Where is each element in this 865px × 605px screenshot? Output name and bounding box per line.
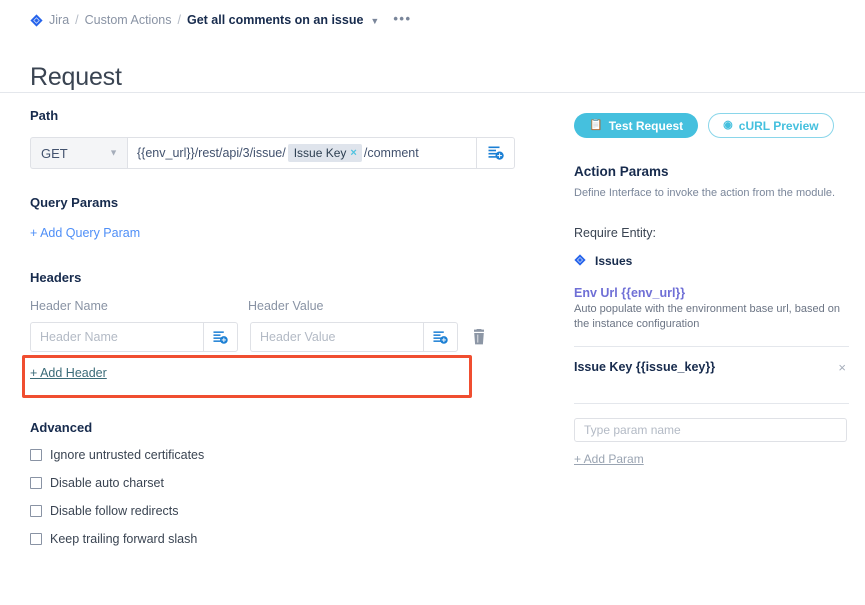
advanced-option-keep-trailing-forward-slash[interactable]: Keep trailing forward slash [30, 532, 530, 546]
curl-preview-button[interactable]: ◉ cURL Preview [708, 113, 833, 138]
insert-variable-icon [488, 145, 504, 161]
advanced-option-label: Disable follow redirects [50, 504, 179, 518]
param-name-input[interactable] [574, 418, 847, 442]
add-header-link[interactable]: + Add Header [30, 366, 107, 380]
header-name-input[interactable] [30, 322, 203, 352]
advanced-option-disable-auto-charset[interactable]: Disable auto charset [30, 476, 530, 490]
jira-diamond-icon [574, 254, 587, 267]
path-input[interactable]: {{env_url}}/rest/api/3/issue/ Issue Key … [127, 137, 476, 169]
clipboard-icon: 📋 [589, 120, 603, 131]
add-query-param-link[interactable]: + Add Query Param [30, 226, 140, 240]
param-divider-bottom [574, 403, 849, 404]
breadcrumb-item-current: Get all comments on an issue [187, 13, 363, 27]
title-divider [0, 92, 865, 93]
advanced-option-disable-follow-redirects[interactable]: Disable follow redirects [30, 504, 530, 518]
path-row: GET ▼ {{env_url}}/rest/api/3/issue/ Issu… [30, 137, 515, 169]
header-value-column-label: Header Value [248, 299, 324, 313]
query-params-section: Query Params + Add Query Param [30, 195, 530, 242]
header-value-insert-variable-button[interactable] [423, 322, 458, 352]
panel-action-buttons: 📋 Test Request ◉ cURL Preview [574, 113, 849, 138]
add-param-link[interactable]: + Add Param [574, 452, 644, 466]
query-params-label: Query Params [30, 195, 530, 210]
test-request-label: Test Request [609, 119, 683, 133]
breadcrumb: Jira / Custom Actions / Get all comments… [30, 13, 412, 27]
insert-variable-icon [433, 330, 448, 345]
headers-label: Headers [30, 270, 530, 285]
request-form: Path GET ▼ {{env_url}}/rest/api/3/issue/… [30, 108, 530, 560]
headers-section: Headers Header Name Header Value [30, 270, 530, 382]
advanced-option-ignore-untrusted-certificates[interactable]: Ignore untrusted certificates [30, 448, 530, 462]
close-icon[interactable]: × [350, 147, 356, 159]
headers-column-labels: Header Name Header Value [30, 299, 530, 313]
path-variable-chip[interactable]: Issue Key × [288, 144, 362, 162]
header-name-group [30, 322, 238, 352]
header-value-input[interactable] [250, 322, 423, 352]
ignore-untrusted-certificates-checkbox[interactable] [30, 449, 42, 461]
param-name: Issue Key {{issue_key}} [574, 360, 715, 374]
request-editor-page: Jira / Custom Actions / Get all comments… [0, 0, 865, 605]
advanced-label: Advanced [30, 420, 530, 435]
breadcrumb-item-custom-actions[interactable]: Custom Actions [85, 13, 172, 27]
chevron-down-icon[interactable]: ▼ [370, 17, 379, 26]
chevron-down-icon: ▼ [109, 148, 118, 158]
page-title: Request [30, 63, 122, 92]
advanced-option-label: Ignore untrusted certificates [50, 448, 204, 462]
action-params-panel: 📋 Test Request ◉ cURL Preview Action Par… [574, 113, 849, 468]
header-name-column-label: Header Name [30, 299, 248, 313]
trash-icon [472, 329, 486, 345]
path-url-prefix: {{env_url}}/rest/api/3/issue/ [137, 146, 286, 160]
header-name-insert-variable-button[interactable] [203, 322, 238, 352]
http-method-value: GET [41, 146, 68, 161]
close-icon[interactable]: × [838, 360, 849, 375]
path-insert-variable-button[interactable] [476, 137, 515, 169]
require-entity-label: Require Entity: [574, 226, 849, 240]
insert-variable-icon [213, 330, 228, 345]
jira-diamond-icon [30, 14, 43, 27]
path-section-label: Path [30, 108, 530, 123]
eye-icon: ◉ [723, 120, 733, 131]
advanced-option-label: Keep trailing forward slash [50, 532, 197, 546]
breadcrumb-item-jira[interactable]: Jira [49, 13, 69, 27]
header-value-group [250, 322, 458, 352]
test-request-button[interactable]: 📋 Test Request [574, 113, 698, 138]
curl-preview-label: cURL Preview [739, 119, 819, 133]
env-url-param-description: Auto populate with the environment base … [574, 302, 849, 332]
env-url-param-link[interactable]: Env Url {{env_url}} [574, 286, 849, 300]
breadcrumb-separator-1: / [75, 13, 78, 27]
breadcrumb-separator-2: / [177, 13, 180, 27]
advanced-option-label: Disable auto charset [50, 476, 164, 490]
action-params-title: Action Params [574, 164, 849, 179]
entity-issues[interactable]: Issues [574, 254, 849, 268]
action-params-subtitle: Define Interface to invoke the action fr… [574, 186, 849, 201]
disable-auto-charset-checkbox[interactable] [30, 477, 42, 489]
path-url-suffix: /comment [364, 146, 419, 160]
entity-name: Issues [595, 254, 632, 268]
keep-trailing-forward-slash-checkbox[interactable] [30, 533, 42, 545]
http-method-select[interactable]: GET ▼ [30, 137, 127, 169]
advanced-section: Advanced Ignore untrusted certificates D… [30, 420, 530, 546]
disable-follow-redirects-checkbox[interactable] [30, 505, 42, 517]
path-variable-chip-label: Issue Key [294, 146, 347, 160]
table-row [30, 322, 530, 352]
delete-header-button[interactable] [472, 329, 486, 345]
param-row-issue-key: Issue Key {{issue_key}} × [574, 347, 849, 389]
overflow-menu-button[interactable]: ••• [393, 12, 411, 25]
